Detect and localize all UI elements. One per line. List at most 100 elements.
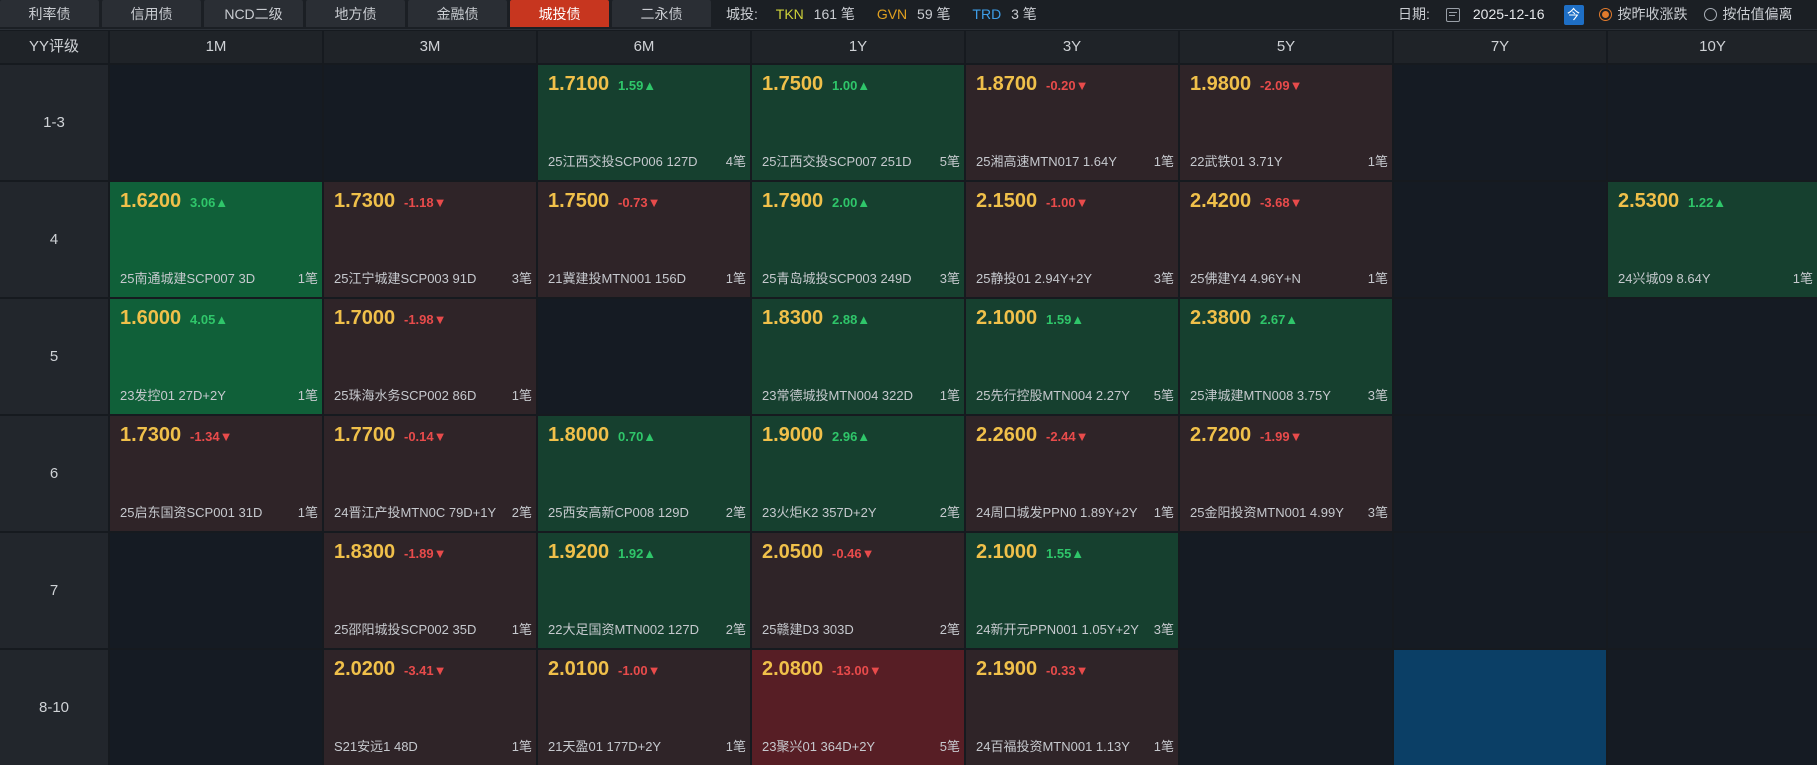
empty-cell[interactable] xyxy=(1180,533,1392,648)
quote-cell[interactable]: 1.9000 2.96▲ 23火炬K2 357D+2Y 2笔 xyxy=(752,416,964,531)
change-value: 1.92▲ xyxy=(618,546,657,561)
yield-value: 1.9000 xyxy=(762,424,824,446)
tab-1[interactable]: 信用债 xyxy=(102,0,201,27)
quote-cell[interactable]: 1.6000 4.05▲ 23发控01 27D+2Y 1笔 xyxy=(110,299,322,414)
quote-cell[interactable]: 1.7300 -1.34▼ 25启东国资SCP001 31D 1笔 xyxy=(110,416,322,531)
tab-2[interactable]: NCD二级 xyxy=(204,0,303,27)
empty-cell[interactable] xyxy=(538,299,750,414)
quote-cell[interactable]: 1.8300 -1.89▼ 25邵阳城投SCP002 35D 1笔 xyxy=(324,533,536,648)
quote-cell[interactable]: 2.4200 -3.68▼ 25佛建Y4 4.96Y+N 1笔 xyxy=(1180,182,1392,297)
deal-count: 1笔 xyxy=(725,271,746,286)
tenor-header-1Y[interactable]: 1Y xyxy=(752,31,964,63)
empty-cell[interactable] xyxy=(1394,416,1606,531)
tab-5[interactable]: 城投债 xyxy=(510,0,609,27)
bond-name: 23火炬K2 357D+2Y xyxy=(762,505,877,520)
empty-cell[interactable] xyxy=(110,533,322,648)
deal-count: 2笔 xyxy=(939,622,960,637)
change-value: 2.67▲ xyxy=(1260,312,1299,327)
quote-cell[interactable]: 2.1500 -1.00▼ 25静投01 2.94Y+2Y 3笔 xyxy=(966,182,1178,297)
tab-3[interactable]: 地方债 xyxy=(306,0,405,27)
tenor-header-7Y[interactable]: 7Y xyxy=(1394,31,1606,63)
quote-cell[interactable]: 1.7700 -0.14▼ 24晋江产投MTN0C 79D+1Y 2笔 xyxy=(324,416,536,531)
selected-cell[interactable] xyxy=(1394,650,1606,765)
quote-cell[interactable]: 1.8000 0.70▲ 25西安高新CP008 129D 2笔 xyxy=(538,416,750,531)
rating-row-label: 5 xyxy=(0,299,108,414)
bond-name: 24晋江产投MTN0C 79D+1Y xyxy=(334,505,497,520)
quote-cell[interactable]: 2.0100 -1.00▼ 21天盈01 177D+2Y 1笔 xyxy=(538,650,750,765)
empty-cell[interactable] xyxy=(324,65,536,180)
tenor-header-10Y[interactable]: 10Y xyxy=(1608,31,1817,63)
tab-4[interactable]: 金融债 xyxy=(408,0,507,27)
change-value: -0.46▼ xyxy=(832,546,875,561)
tkn-label: TKN xyxy=(775,6,804,22)
today-button[interactable]: 今 xyxy=(1563,4,1584,25)
quote-cell[interactable]: 1.7000 -1.98▼ 25珠海水务SCP002 86D 1笔 xyxy=(324,299,536,414)
radio-checked-icon[interactable] xyxy=(1598,8,1612,21)
quote-cell[interactable]: 1.9200 1.92▲ 22大足国资MTN002 127D 2笔 xyxy=(538,533,750,648)
tenor-header-5Y[interactable]: 5Y xyxy=(1180,31,1392,63)
bond-name: 22大足国资MTN002 127D xyxy=(548,622,699,637)
rating-header: YY评级 xyxy=(0,31,108,63)
yield-value: 2.0200 xyxy=(334,658,396,680)
date-input[interactable]: 2025-12-16 xyxy=(1473,0,1545,29)
bond-name: 23发控01 27D+2Y xyxy=(120,388,226,403)
empty-cell[interactable] xyxy=(110,650,322,765)
quote-cell[interactable]: 1.7900 2.00▲ 25青岛城投SCP003 249D 3笔 xyxy=(752,182,964,297)
tab-6[interactable]: 二永债 xyxy=(612,0,711,27)
radio-deviation-mode[interactable]: 按估值偏离 xyxy=(1703,0,1793,29)
quote-cell[interactable]: 1.8700 -0.20▼ 25湘高速MTN017 1.64Y 1笔 xyxy=(966,65,1178,180)
tenor-header-6M[interactable]: 6M xyxy=(538,31,750,63)
empty-cell[interactable] xyxy=(1608,65,1817,180)
change-value: -1.98▼ xyxy=(404,312,447,327)
yield-value: 2.0500 xyxy=(762,541,824,563)
quote-cell[interactable]: 2.1000 1.59▲ 25先行控股MTN004 2.27Y 5笔 xyxy=(966,299,1178,414)
empty-cell[interactable] xyxy=(1608,299,1817,414)
tenor-header-1M[interactable]: 1M xyxy=(110,31,322,63)
tab-0[interactable]: 利率债 xyxy=(0,0,99,27)
tenor-header-3Y[interactable]: 3Y xyxy=(966,31,1178,63)
empty-cell[interactable] xyxy=(1608,533,1817,648)
quote-cell[interactable]: 1.7300 -1.18▼ 25江宁城建SCP003 91D 3笔 xyxy=(324,182,536,297)
quote-cell[interactable]: 2.0800 -13.00▼ 23聚兴01 364D+2Y 5笔 xyxy=(752,650,964,765)
change-value: -1.00▼ xyxy=(618,663,661,678)
quote-cell[interactable]: 2.5300 1.22▲ 24兴城09 8.64Y 1笔 xyxy=(1608,182,1817,297)
yield-value: 2.1900 xyxy=(976,658,1038,680)
empty-cell[interactable] xyxy=(1394,299,1606,414)
quote-cell[interactable]: 1.7500 -0.73▼ 21冀建投MTN001 156D 1笔 xyxy=(538,182,750,297)
quote-cell[interactable]: 2.0500 -0.46▼ 25赣建D3 303D 2笔 xyxy=(752,533,964,648)
change-value: 1.22▲ xyxy=(1688,195,1727,210)
quote-cell[interactable]: 2.1000 1.55▲ 24新开元PPN001 1.05Y+2Y 3笔 xyxy=(966,533,1178,648)
tenor-header-3M[interactable]: 3M xyxy=(324,31,536,63)
change-value: -0.33▼ xyxy=(1046,663,1089,678)
quote-cell[interactable]: 1.9800 -2.09▼ 22武铁01 3.71Y 1笔 xyxy=(1180,65,1392,180)
empty-cell[interactable] xyxy=(1394,533,1606,648)
quote-cell[interactable]: 2.0200 -3.41▼ S21安远1 48D 1笔 xyxy=(324,650,536,765)
bond-name: 25江西交投SCP007 251D xyxy=(762,154,912,169)
empty-cell[interactable] xyxy=(1394,65,1606,180)
quote-cell[interactable]: 2.7200 -1.99▼ 25金阳投资MTN001 4.99Y 3笔 xyxy=(1180,416,1392,531)
bond-name: 25启东国资SCP001 31D xyxy=(120,505,263,520)
radio-unchecked-icon[interactable] xyxy=(1703,8,1717,21)
empty-cell[interactable] xyxy=(1608,650,1817,765)
deal-count: 1笔 xyxy=(1153,505,1174,520)
quote-cell[interactable]: 2.1900 -0.33▼ 24百福投资MTN001 1.13Y 1笔 xyxy=(966,650,1178,765)
quote-cell[interactable]: 1.7100 1.59▲ 25江西交投SCP006 127D 4笔 xyxy=(538,65,750,180)
deal-count: 3笔 xyxy=(1367,388,1388,403)
empty-cell[interactable] xyxy=(1608,416,1817,531)
quote-cell[interactable]: 1.6200 3.06▲ 25南通城建SCP007 3D 1笔 xyxy=(110,182,322,297)
empty-cell[interactable] xyxy=(110,65,322,180)
quote-cell[interactable]: 2.3800 2.67▲ 25津城建MTN008 3.75Y 3笔 xyxy=(1180,299,1392,414)
empty-cell[interactable] xyxy=(1180,650,1392,765)
bond-name: 25津城建MTN008 3.75Y xyxy=(1190,388,1331,403)
calendar-icon[interactable] xyxy=(1445,7,1460,22)
bond-name: 25佛建Y4 4.96Y+N xyxy=(1190,271,1301,286)
deal-count: 2笔 xyxy=(725,505,746,520)
deal-count: 2笔 xyxy=(939,505,960,520)
bond-name: 25赣建D3 303D xyxy=(762,622,854,637)
quote-cell[interactable]: 2.2600 -2.44▼ 24周口城发PPN0 1.89Y+2Y 1笔 xyxy=(966,416,1178,531)
radio-change-mode[interactable]: 按昨收涨跌 xyxy=(1598,0,1688,29)
quote-cell[interactable]: 1.7500 1.00▲ 25江西交投SCP007 251D 5笔 xyxy=(752,65,964,180)
quote-cell[interactable]: 1.8300 2.88▲ 23常德城投MTN004 322D 1笔 xyxy=(752,299,964,414)
empty-cell[interactable] xyxy=(1394,182,1606,297)
gvn-label: GVN xyxy=(876,6,908,22)
